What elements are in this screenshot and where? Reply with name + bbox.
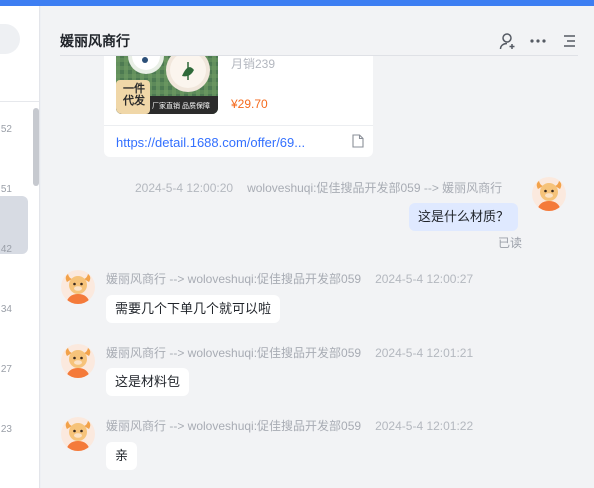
add-contact-icon[interactable] <box>499 32 517 50</box>
read-status: 已读 <box>498 236 523 250</box>
chat-panel: 媛丽风商行 一件 代发 厂家直销 品质保障 月销239 ¥29.70 https… <box>41 6 594 488</box>
message-meta: 媛丽风商行 --> woloveshuqi:促佳搜品开发部059 2024-5-4… <box>106 344 473 361</box>
product-image-badge: 一件 代发 <box>123 83 145 107</box>
avatar[interactable] <box>61 270 95 304</box>
more-icon[interactable] <box>529 32 547 50</box>
message-route: 媛丽风商行 --> woloveshuqi:促佳搜品开发部059 <box>106 419 362 433</box>
avatar[interactable] <box>61 417 95 451</box>
product-link[interactable]: https://detail.1688.com/offer/69... <box>116 135 305 150</box>
message-timestamp: 2024-5-4 12:00:20 <box>135 181 234 195</box>
avatar[interactable] <box>61 344 95 378</box>
message-bubble-outgoing[interactable]: 这是什么材质？ <box>409 203 519 231</box>
message-meta: 媛丽风商行 --> woloveshuqi:促佳搜品开发部059 2024-5-4… <box>106 270 473 287</box>
message-meta: 媛丽风商行 --> woloveshuqi:促佳搜品开发部059 2024-5-4… <box>106 417 473 434</box>
conversation-item-count: 42 <box>0 244 12 255</box>
chat-header: 媛丽风商行 <box>41 6 594 56</box>
message-timestamp: 2024-5-4 12:00:27 <box>375 272 474 286</box>
conversation-list-scrollbar[interactable] <box>33 108 39 186</box>
message-timestamp: 2024-5-4 12:01:22 <box>375 419 474 433</box>
conversation-list[interactable]: 52 51 42 34 27 23 <box>0 6 40 488</box>
conversation-list-divider <box>0 101 39 102</box>
message-bubble-incoming[interactable]: 亲 <box>106 442 138 470</box>
conversation-search-input[interactable] <box>0 24 20 54</box>
menu-icon[interactable] <box>560 32 578 50</box>
message-bubble-incoming[interactable]: 这是材料包 <box>106 368 190 396</box>
chat-header-divider <box>60 55 578 56</box>
message-meta: 2024-5-4 12:00:20 woloveshuqi:促佳搜品开发部059 … <box>135 179 502 196</box>
message-route: 媛丽风商行 --> woloveshuqi:促佳搜品开发部059 <box>106 346 362 360</box>
conversation-item-count: 27 <box>0 364 12 375</box>
message-bubble-incoming[interactable]: 需要几个下单几个就可以啦 <box>106 295 281 323</box>
message-route: woloveshuqi:促佳搜品开发部059 --> 媛丽风商行 <box>247 181 503 195</box>
conversation-item-count: 51 <box>0 184 12 195</box>
product-price: ¥29.70 <box>231 97 268 111</box>
message-route: 媛丽风商行 --> woloveshuqi:促佳搜品开发部059 <box>106 272 362 286</box>
conversation-item-count: 52 <box>0 124 12 135</box>
product-monthly-sales: 月销239 <box>231 57 276 71</box>
product-image-tag: 厂家直销 品质保障 <box>152 103 210 110</box>
conversation-item-count: 34 <box>0 304 12 315</box>
conversation-item-count: 23 <box>0 424 12 435</box>
document-icon[interactable] <box>352 134 364 148</box>
avatar[interactable] <box>532 177 566 211</box>
chat-title: 媛丽风商行 <box>60 33 130 49</box>
message-timestamp: 2024-5-4 12:01:21 <box>375 346 474 360</box>
product-card-divider <box>104 125 373 126</box>
